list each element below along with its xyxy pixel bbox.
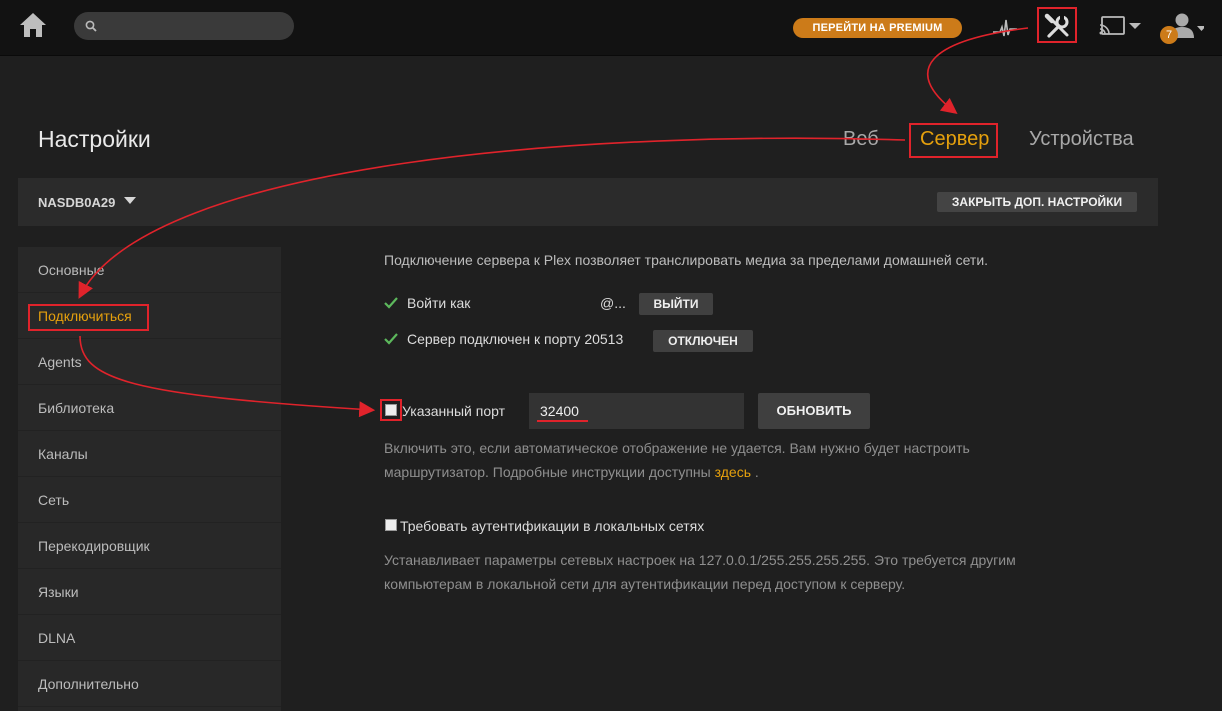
sidebar-item-label: Языки [38,584,79,600]
sidebar-item-label: Каналы [38,446,88,462]
auth-help-line1: Устанавливает параметры сетевых настроек… [384,552,1016,568]
manual-port-label: Указанный порт [402,403,506,419]
notification-badge: 7 [1160,26,1178,44]
auth-label: Требовать аутентификации в локальных сет… [400,518,705,534]
annotation-box [1037,7,1077,43]
annotation-box [28,304,149,331]
intro-text: Подключение сервера к Plex позволяет тра… [384,252,989,268]
port-help-line2: маршрутизатор. Подробные инструкции дост… [384,460,759,484]
signed-in-label: Войти как [407,295,471,311]
port-status-label: Сервер подключен к порту 20513 [407,331,624,347]
server-bar: NASDB0A29 ЗАКРЫТЬ ДОП. НАСТРОЙКИ [18,178,1158,226]
tab-web[interactable]: Веб [843,128,879,151]
sidebar-item-transcoder[interactable]: Перекодировщик [18,523,281,569]
port-input[interactable] [529,393,744,429]
sidebar-item-label: Сеть [38,492,70,508]
port-help-end: . [754,464,759,480]
port-help-line1: Включить это, если автоматическое отобра… [384,440,970,456]
sidebar-item-label: Дополнительно [38,676,139,692]
sidebar-item-dlna[interactable]: DLNA [18,615,281,661]
page-title: Настройки [38,126,151,152]
auth-help-line2: компьютерам в локальной сети для аутенти… [384,576,906,592]
premium-button[interactable]: ПЕРЕЙТИ НА PREMIUM [793,18,962,38]
sign-out-button[interactable]: ВЫЙТИ [639,293,713,315]
search-input[interactable] [102,16,282,36]
advanced-settings-button[interactable]: ЗАКРЫТЬ ДОП. НАСТРОЙКИ [937,192,1137,212]
auth-checkbox[interactable] [385,519,397,531]
disable-button[interactable]: ОТКЛЮЧЕН [653,330,753,352]
server-selector[interactable]: NASDB0A29 [38,195,115,210]
port-help-text: маршрутизатор. Подробные инструкции дост… [384,464,711,480]
annotation-box [909,123,998,158]
sidebar-item-channels[interactable]: Каналы [18,431,281,477]
search-box[interactable] [74,12,294,40]
sidebar-item-label: DLNA [38,630,76,646]
checkmark-icon [384,333,398,345]
signed-in-user: @... [600,295,626,311]
cast-icon[interactable] [1099,14,1143,40]
sidebar-item-label: Перекодировщик [38,538,150,554]
search-icon [85,20,97,32]
annotation-box [380,399,402,421]
update-button[interactable]: ОБНОВИТЬ [758,393,870,429]
sidebar-item-agents[interactable]: Agents [18,339,281,385]
home-icon[interactable] [18,11,48,39]
sidebar-item-library[interactable]: Библиотека [18,385,281,431]
sidebar-item-label: Библиотека [38,400,115,416]
sidebar-item-label: Основные [38,262,105,278]
activity-icon[interactable] [992,16,1018,40]
help-link[interactable]: здесь [715,464,751,480]
tab-devices[interactable]: Устройства [1029,128,1134,151]
checkmark-icon [384,297,398,309]
sidebar-item-languages[interactable]: Языки [18,569,281,615]
sidebar-item-general[interactable]: Основные [18,247,281,293]
sidebar-item-network[interactable]: Сеть [18,477,281,523]
chevron-down-icon[interactable] [124,197,136,205]
sidebar-item-advanced[interactable]: Дополнительно [18,661,281,707]
sidebar-item-label: Agents [38,354,82,370]
